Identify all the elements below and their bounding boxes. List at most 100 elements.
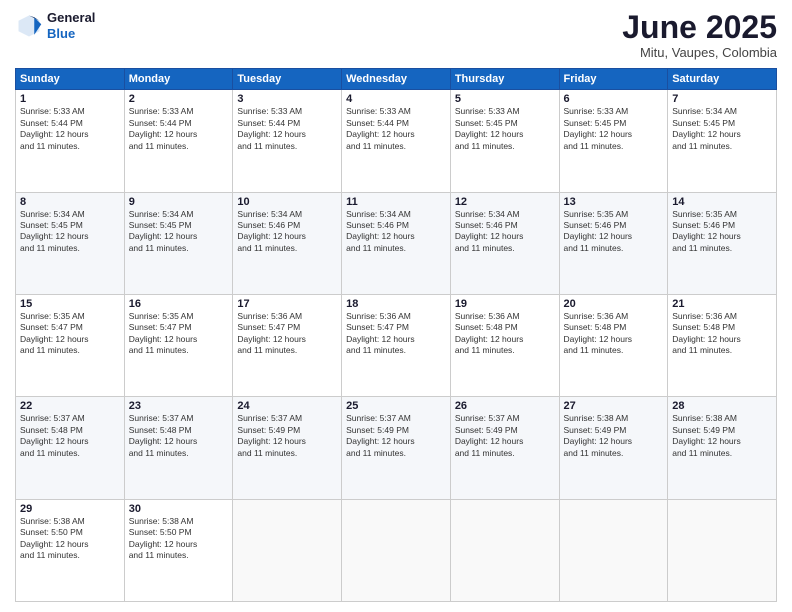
calendar-cell: 20Sunrise: 5:36 AMSunset: 5:48 PMDayligh… [559, 294, 668, 396]
logo-line2: Blue [47, 26, 95, 42]
day-info: Sunrise: 5:36 AMSunset: 5:48 PMDaylight:… [455, 311, 555, 357]
day-number: 29 [20, 503, 120, 515]
day-info: Sunrise: 5:34 AMSunset: 5:45 PMDaylight:… [672, 106, 772, 152]
calendar-cell: 12Sunrise: 5:34 AMSunset: 5:46 PMDayligh… [450, 192, 559, 294]
day-info: Sunrise: 5:35 AMSunset: 5:47 PMDaylight:… [20, 311, 120, 357]
day-number: 17 [237, 298, 337, 310]
day-number: 11 [346, 196, 446, 208]
day-number: 25 [346, 400, 446, 412]
header: General Blue June 2025 Mitu, Vaupes, Col… [15, 10, 777, 60]
day-info: Sunrise: 5:33 AMSunset: 5:44 PMDaylight:… [129, 106, 229, 152]
day-number: 7 [672, 93, 772, 105]
calendar-cell: 13Sunrise: 5:35 AMSunset: 5:46 PMDayligh… [559, 192, 668, 294]
day-info: Sunrise: 5:37 AMSunset: 5:49 PMDaylight:… [346, 413, 446, 459]
day-number: 5 [455, 93, 555, 105]
col-header-friday: Friday [559, 69, 668, 90]
col-header-wednesday: Wednesday [342, 69, 451, 90]
day-info: Sunrise: 5:35 AMSunset: 5:47 PMDaylight:… [129, 311, 229, 357]
day-number: 24 [237, 400, 337, 412]
calendar-cell: 7Sunrise: 5:34 AMSunset: 5:45 PMDaylight… [668, 90, 777, 192]
logo: General Blue [15, 10, 95, 41]
calendar-cell: 11Sunrise: 5:34 AMSunset: 5:46 PMDayligh… [342, 192, 451, 294]
day-info: Sunrise: 5:35 AMSunset: 5:46 PMDaylight:… [672, 209, 772, 255]
calendar-cell: 2Sunrise: 5:33 AMSunset: 5:44 PMDaylight… [124, 90, 233, 192]
day-info: Sunrise: 5:35 AMSunset: 5:46 PMDaylight:… [564, 209, 664, 255]
logo-text: General Blue [47, 10, 95, 41]
calendar-cell: 3Sunrise: 5:33 AMSunset: 5:44 PMDaylight… [233, 90, 342, 192]
day-number: 27 [564, 400, 664, 412]
month-title: June 2025 [622, 10, 777, 45]
col-header-saturday: Saturday [668, 69, 777, 90]
day-info: Sunrise: 5:34 AMSunset: 5:45 PMDaylight:… [129, 209, 229, 255]
day-info: Sunrise: 5:37 AMSunset: 5:49 PMDaylight:… [237, 413, 337, 459]
day-info: Sunrise: 5:33 AMSunset: 5:44 PMDaylight:… [237, 106, 337, 152]
calendar-cell: 10Sunrise: 5:34 AMSunset: 5:46 PMDayligh… [233, 192, 342, 294]
day-info: Sunrise: 5:33 AMSunset: 5:44 PMDaylight:… [346, 106, 446, 152]
day-info: Sunrise: 5:36 AMSunset: 5:47 PMDaylight:… [346, 311, 446, 357]
day-number: 14 [672, 196, 772, 208]
day-info: Sunrise: 5:34 AMSunset: 5:46 PMDaylight:… [237, 209, 337, 255]
day-number: 1 [20, 93, 120, 105]
calendar-week-3: 15Sunrise: 5:35 AMSunset: 5:47 PMDayligh… [16, 294, 777, 396]
calendar-cell: 16Sunrise: 5:35 AMSunset: 5:47 PMDayligh… [124, 294, 233, 396]
day-number: 20 [564, 298, 664, 310]
calendar-cell: 9Sunrise: 5:34 AMSunset: 5:45 PMDaylight… [124, 192, 233, 294]
calendar-cell: 1Sunrise: 5:33 AMSunset: 5:44 PMDaylight… [16, 90, 125, 192]
day-number: 4 [346, 93, 446, 105]
day-number: 9 [129, 196, 229, 208]
day-info: Sunrise: 5:33 AMSunset: 5:44 PMDaylight:… [20, 106, 120, 152]
day-info: Sunrise: 5:34 AMSunset: 5:46 PMDaylight:… [455, 209, 555, 255]
day-info: Sunrise: 5:38 AMSunset: 5:49 PMDaylight:… [564, 413, 664, 459]
day-number: 8 [20, 196, 120, 208]
day-info: Sunrise: 5:38 AMSunset: 5:50 PMDaylight:… [129, 516, 229, 562]
col-header-monday: Monday [124, 69, 233, 90]
day-info: Sunrise: 5:33 AMSunset: 5:45 PMDaylight:… [455, 106, 555, 152]
col-header-thursday: Thursday [450, 69, 559, 90]
title-block: June 2025 Mitu, Vaupes, Colombia [622, 10, 777, 60]
day-number: 15 [20, 298, 120, 310]
day-number: 12 [455, 196, 555, 208]
day-info: Sunrise: 5:37 AMSunset: 5:49 PMDaylight:… [455, 413, 555, 459]
calendar-cell: 22Sunrise: 5:37 AMSunset: 5:48 PMDayligh… [16, 397, 125, 499]
calendar-cell: 21Sunrise: 5:36 AMSunset: 5:48 PMDayligh… [668, 294, 777, 396]
calendar-cell: 24Sunrise: 5:37 AMSunset: 5:49 PMDayligh… [233, 397, 342, 499]
calendar-cell: 26Sunrise: 5:37 AMSunset: 5:49 PMDayligh… [450, 397, 559, 499]
day-number: 16 [129, 298, 229, 310]
calendar-week-2: 8Sunrise: 5:34 AMSunset: 5:45 PMDaylight… [16, 192, 777, 294]
calendar-week-5: 29Sunrise: 5:38 AMSunset: 5:50 PMDayligh… [16, 499, 777, 601]
day-info: Sunrise: 5:36 AMSunset: 5:47 PMDaylight:… [237, 311, 337, 357]
day-info: Sunrise: 5:33 AMSunset: 5:45 PMDaylight:… [564, 106, 664, 152]
calendar-cell: 15Sunrise: 5:35 AMSunset: 5:47 PMDayligh… [16, 294, 125, 396]
calendar-week-4: 22Sunrise: 5:37 AMSunset: 5:48 PMDayligh… [16, 397, 777, 499]
day-info: Sunrise: 5:37 AMSunset: 5:48 PMDaylight:… [129, 413, 229, 459]
calendar-cell [450, 499, 559, 601]
calendar-table: SundayMondayTuesdayWednesdayThursdayFrid… [15, 68, 777, 602]
day-number: 2 [129, 93, 229, 105]
logo-line1: General [47, 10, 95, 26]
calendar-cell: 4Sunrise: 5:33 AMSunset: 5:44 PMDaylight… [342, 90, 451, 192]
calendar-cell: 27Sunrise: 5:38 AMSunset: 5:49 PMDayligh… [559, 397, 668, 499]
calendar-cell: 29Sunrise: 5:38 AMSunset: 5:50 PMDayligh… [16, 499, 125, 601]
day-info: Sunrise: 5:38 AMSunset: 5:49 PMDaylight:… [672, 413, 772, 459]
calendar-cell: 23Sunrise: 5:37 AMSunset: 5:48 PMDayligh… [124, 397, 233, 499]
calendar-cell: 28Sunrise: 5:38 AMSunset: 5:49 PMDayligh… [668, 397, 777, 499]
calendar-cell: 30Sunrise: 5:38 AMSunset: 5:50 PMDayligh… [124, 499, 233, 601]
calendar-cell: 17Sunrise: 5:36 AMSunset: 5:47 PMDayligh… [233, 294, 342, 396]
calendar-cell: 6Sunrise: 5:33 AMSunset: 5:45 PMDaylight… [559, 90, 668, 192]
calendar-cell: 19Sunrise: 5:36 AMSunset: 5:48 PMDayligh… [450, 294, 559, 396]
calendar-cell [668, 499, 777, 601]
day-number: 6 [564, 93, 664, 105]
day-number: 22 [20, 400, 120, 412]
calendar-cell: 8Sunrise: 5:34 AMSunset: 5:45 PMDaylight… [16, 192, 125, 294]
col-header-sunday: Sunday [16, 69, 125, 90]
calendar-cell: 5Sunrise: 5:33 AMSunset: 5:45 PMDaylight… [450, 90, 559, 192]
day-number: 13 [564, 196, 664, 208]
day-info: Sunrise: 5:38 AMSunset: 5:50 PMDaylight:… [20, 516, 120, 562]
day-info: Sunrise: 5:34 AMSunset: 5:45 PMDaylight:… [20, 209, 120, 255]
calendar-cell: 25Sunrise: 5:37 AMSunset: 5:49 PMDayligh… [342, 397, 451, 499]
calendar-header-row: SundayMondayTuesdayWednesdayThursdayFrid… [16, 69, 777, 90]
day-info: Sunrise: 5:36 AMSunset: 5:48 PMDaylight:… [672, 311, 772, 357]
day-number: 10 [237, 196, 337, 208]
day-number: 3 [237, 93, 337, 105]
day-info: Sunrise: 5:37 AMSunset: 5:48 PMDaylight:… [20, 413, 120, 459]
